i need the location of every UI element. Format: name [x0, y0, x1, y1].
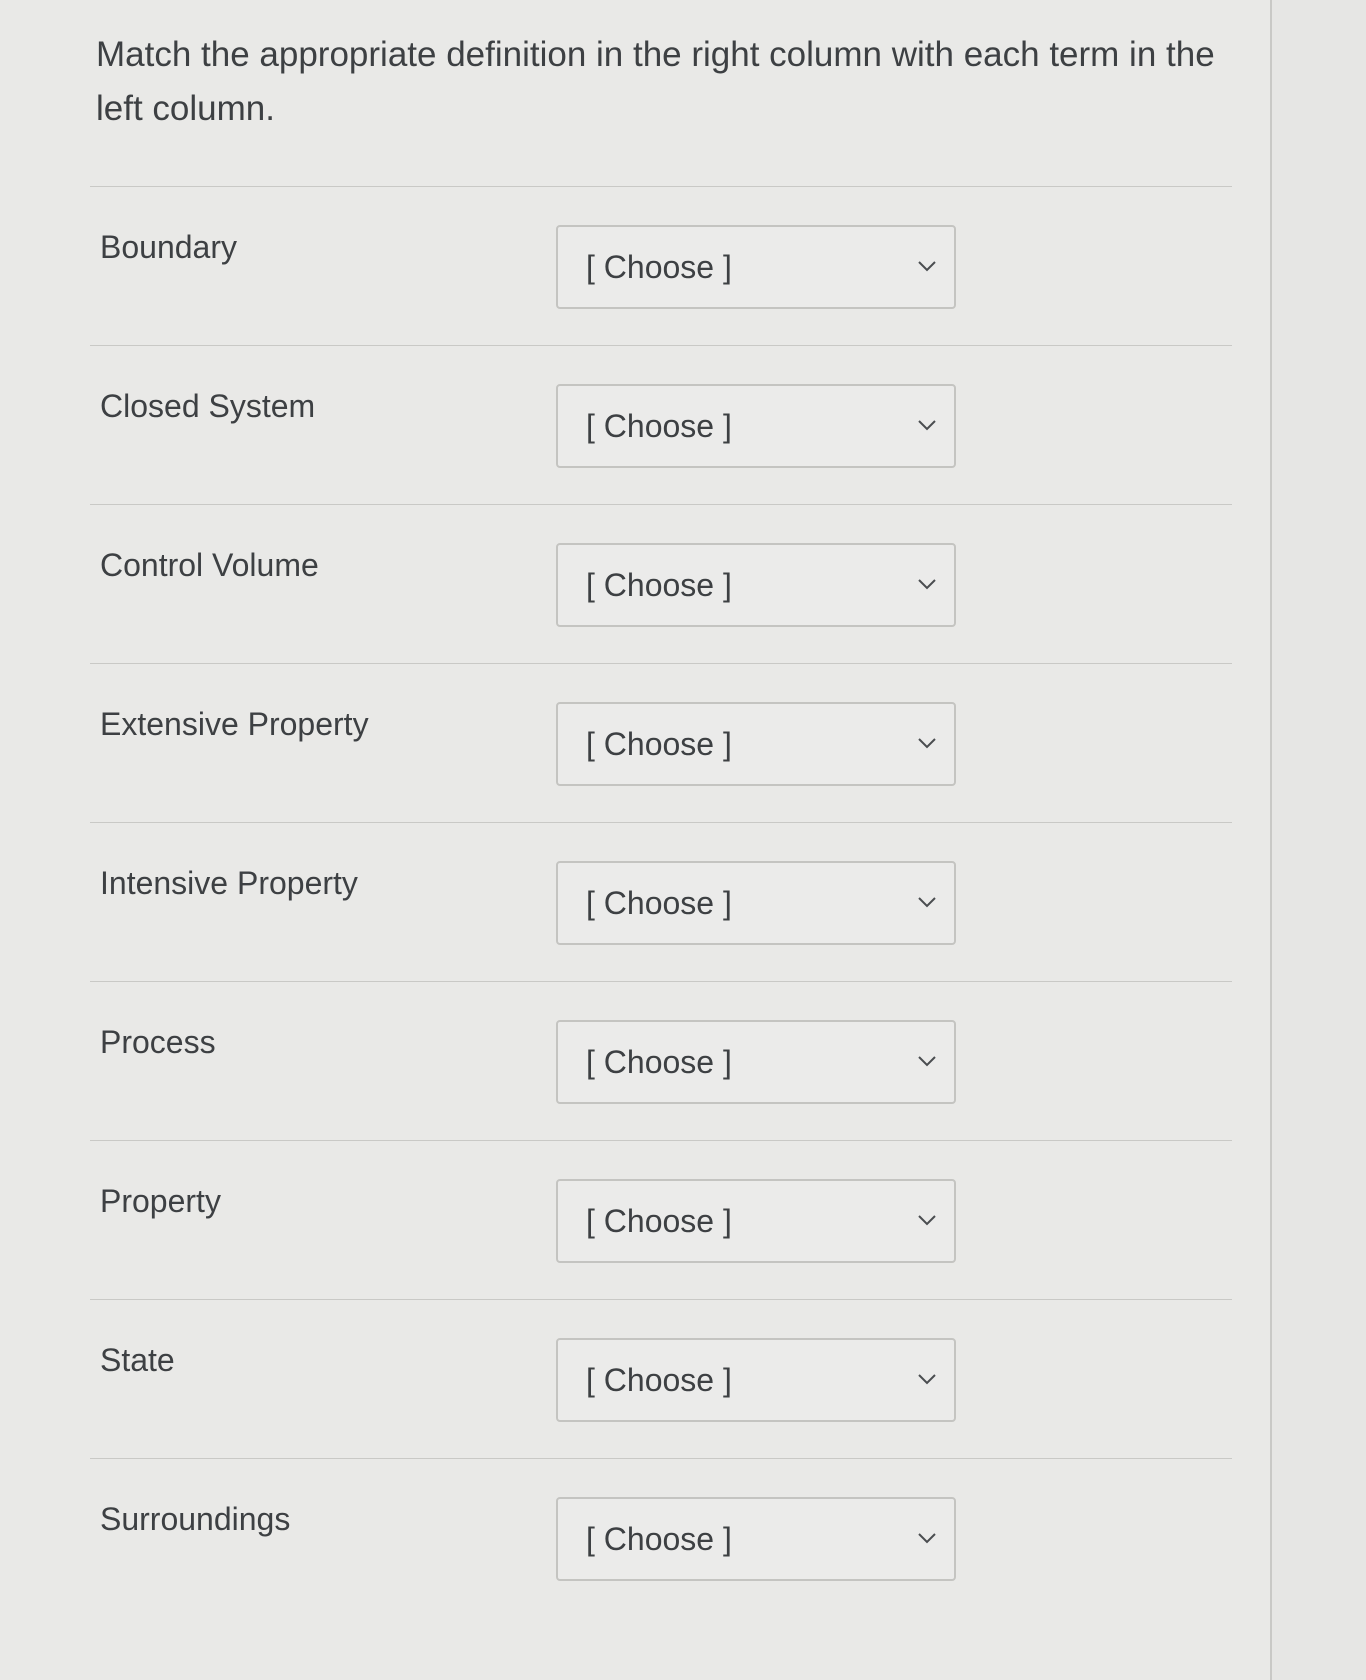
chevron-down-icon — [918, 897, 936, 908]
match-row-closed-system: Closed System [ Choose ] — [0, 346, 1272, 504]
select-value: [ Choose ] — [586, 567, 732, 603]
term-label: Intensive Property — [100, 865, 358, 901]
term-label: Extensive Property — [100, 706, 369, 742]
definition-select-boundary[interactable]: [ Choose ] — [556, 225, 956, 309]
match-row-state: State [ Choose ] — [0, 1300, 1272, 1458]
chevron-down-icon — [918, 1215, 936, 1226]
select-value: [ Choose ] — [586, 726, 732, 762]
definition-select-surroundings[interactable]: [ Choose ] — [556, 1497, 956, 1581]
match-row-surroundings: Surroundings [ Choose ] — [0, 1459, 1272, 1617]
select-value: [ Choose ] — [586, 1521, 732, 1557]
chevron-down-icon — [918, 420, 936, 431]
match-row-boundary: Boundary [ Choose ] — [0, 187, 1272, 345]
chevron-down-icon — [918, 579, 936, 590]
definition-select-intensive-property[interactable]: [ Choose ] — [556, 861, 956, 945]
term-label: Control Volume — [100, 547, 319, 583]
select-value: [ Choose ] — [586, 885, 732, 921]
term-label: Closed System — [100, 388, 316, 424]
question-card: Match the appropriate definition in the … — [0, 0, 1272, 1680]
term-label: State — [100, 1342, 175, 1378]
chevron-down-icon — [918, 1374, 936, 1385]
match-row-process: Process [ Choose ] — [0, 982, 1272, 1140]
select-value: [ Choose ] — [586, 408, 732, 444]
definition-select-control-volume[interactable]: [ Choose ] — [556, 543, 956, 627]
term-label: Property — [100, 1183, 221, 1219]
chevron-down-icon — [918, 1533, 936, 1544]
select-value: [ Choose ] — [586, 1362, 732, 1398]
term-label: Boundary — [100, 229, 237, 265]
match-row-property: Property [ Choose ] — [0, 1141, 1272, 1299]
term-label: Surroundings — [100, 1501, 291, 1537]
chevron-down-icon — [918, 738, 936, 749]
definition-select-closed-system[interactable]: [ Choose ] — [556, 384, 956, 468]
definition-select-process[interactable]: [ Choose ] — [556, 1020, 956, 1104]
match-row-extensive-property: Extensive Property [ Choose ] — [0, 664, 1272, 822]
question-text: Match the appropriate definition in the … — [96, 35, 1215, 128]
select-value: [ Choose ] — [586, 1203, 732, 1239]
match-list: Boundary [ Choose ] Closed System [ Choo… — [0, 186, 1272, 1617]
select-value: [ Choose ] — [586, 1044, 732, 1080]
definition-select-state[interactable]: [ Choose ] — [556, 1338, 956, 1422]
definition-select-extensive-property[interactable]: [ Choose ] — [556, 702, 956, 786]
chevron-down-icon — [918, 261, 936, 272]
term-label: Process — [100, 1024, 216, 1060]
definition-select-property[interactable]: [ Choose ] — [556, 1179, 956, 1263]
chevron-down-icon — [918, 1056, 936, 1067]
select-value: [ Choose ] — [586, 249, 732, 285]
match-row-control-volume: Control Volume [ Choose ] — [0, 505, 1272, 663]
match-row-intensive-property: Intensive Property [ Choose ] — [0, 823, 1272, 981]
